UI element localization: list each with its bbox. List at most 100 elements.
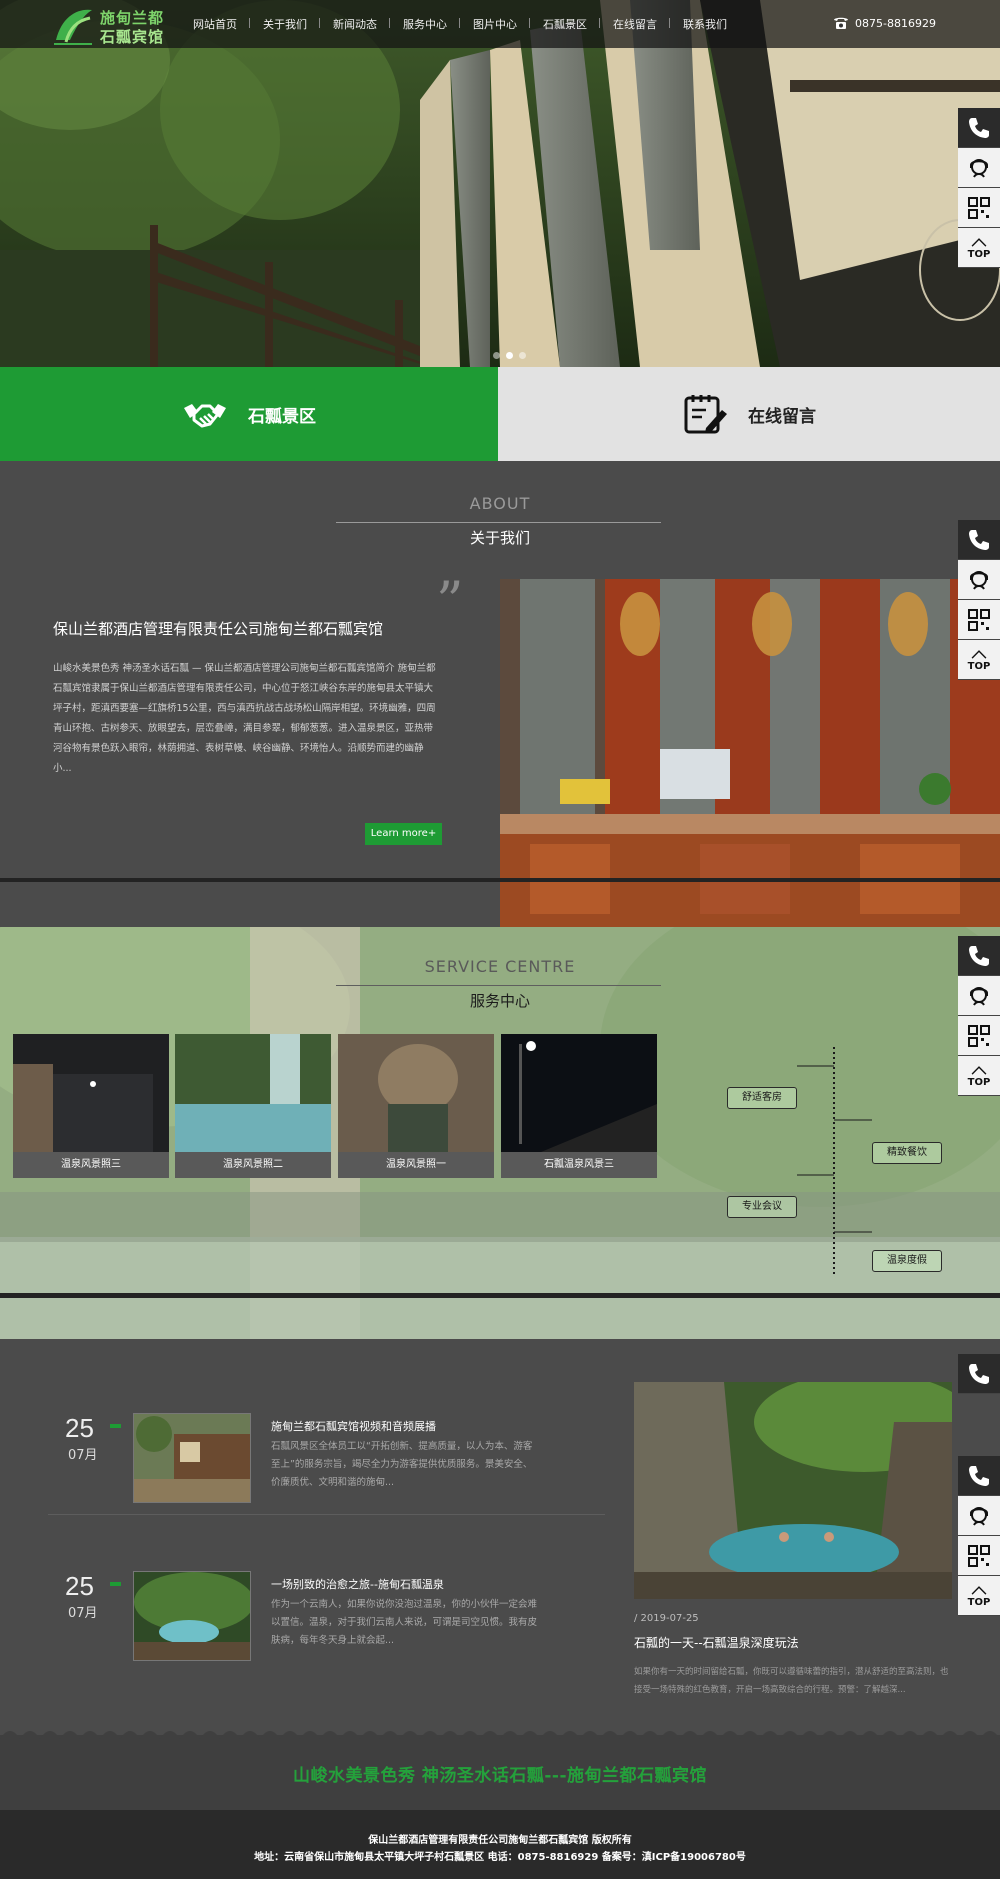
site-logo[interactable]: 施甸兰都 石瓢宾馆 [52,4,164,46]
float-service-button[interactable] [958,976,1000,1016]
quote-mark-icon: ” [436,570,464,633]
service-tag-dining[interactable]: 精致餐饮 [872,1142,942,1164]
float-top-button[interactable]: TOP [958,228,1000,268]
top-label: TOP [967,249,991,260]
online-message-button[interactable]: 在线留言 [498,367,1000,461]
news-thumbnail[interactable] [133,1571,251,1661]
footer-scallop-edge [0,1731,1000,1739]
header-phone[interactable]: 0875-8816929 [833,16,936,30]
phone-icon [969,117,989,138]
news-divider [48,1514,605,1515]
about-description: 山峻水美景色秀 神汤圣水话石瓢 — 保山兰都酒店管理公司施甸兰都石瓢宾馆简介 施… [53,663,436,774]
edit-form-icon [684,395,727,434]
section-divider-band [0,1293,1000,1298]
scenic-area-label: 石瓢景区 [248,406,316,427]
section-divider-band [0,878,1000,882]
about-title: 保山兰都酒店管理有限责任公司施甸兰都石瓢宾馆 [53,620,384,638]
float-phone-button[interactable] [958,1456,1000,1496]
online-message-label: 在线留言 [748,406,816,427]
news-excerpt: 石瓢风景区全体员工以“开拓创新、提高质量，以人为本、游客至上”的服务宗旨，竭尽全… [271,1441,533,1488]
service-heading-cn: 服务中心 [469,992,530,1010]
qr-code-icon [968,1024,990,1047]
service-card-label: 石瓢温泉风景三 [501,1152,657,1178]
featured-news-date: / 2019-07-25 [634,1613,699,1624]
nav-news[interactable]: 新闻动态 [319,16,390,32]
about-section: ABOUT 关于我们 ” 保山兰都酒店管理有限责任公司施甸兰都石瓢宾馆 山峻水美… [0,461,1000,927]
float-service-button[interactable] [958,1496,1000,1536]
news-date-day: 25 [65,1413,94,1443]
hero-dot[interactable] [493,352,500,359]
service-card-image [338,1034,494,1152]
nav-service[interactable]: 服务中心 [389,16,460,32]
qr-code-icon [968,196,990,219]
news-accent-dash [110,1582,121,1586]
hero-dot-active[interactable] [506,352,513,359]
nav-about[interactable]: 关于我们 [249,16,320,32]
nav-gallery[interactable]: 图片中心 [459,16,530,32]
footer-slogan: 山峻水美景色秀 神汤圣水话石瓢---施甸兰都石瓢宾馆 [292,1766,708,1786]
logo-leaf-icon [54,9,92,45]
news-item[interactable]: 25 07月 施甸兰都石瓢宾馆视频和音频展播 石瓢风景区全体员工以“开拓创新、提… [48,1413,598,1525]
learn-more-button[interactable]: Learn more+ [365,823,442,845]
float-service-button[interactable] [958,148,1000,188]
float-top-button[interactable]: TOP [958,1056,1000,1096]
customer-service-icon [970,1506,988,1526]
news-title[interactable]: 一场别致的治愈之旅--施甸石瓢温泉 [271,1576,444,1592]
scenic-area-button[interactable]: 石瓢景区 [0,367,498,461]
customer-service-icon [970,986,988,1006]
news-thumbnail[interactable] [133,1413,251,1503]
service-section: SERVICE CENTRE 服务中心 温泉风景照三 温泉风景照二 温泉风景照一… [0,927,1000,1339]
about-reception-photo [500,579,1000,927]
nav-message[interactable]: 在线留言 [599,16,670,32]
news-excerpt: 作为一个云南人，如果你说你没泡过温泉，你的小伙伴一定会难以置信。温泉，对于我们云… [271,1599,538,1646]
float-qrcode-button[interactable] [958,1016,1000,1056]
float-phone-button[interactable] [958,936,1000,976]
news-section: 25 07月 施甸兰都石瓢宾馆视频和音频展播 石瓢风景区全体员工以“开拓创新、提… [0,1339,1000,1735]
reception-image [500,579,1000,927]
service-tag-spa[interactable]: 温泉度假 [872,1250,942,1272]
float-phone-button[interactable] [958,520,1000,560]
telephone-icon [834,17,848,29]
float-phone-button[interactable] [958,108,1000,148]
news-item[interactable]: 25 07月 一场别致的治愈之旅--施甸石瓢温泉 作为一个云南人，如果你说你没泡… [48,1571,598,1683]
news-date-month: 07月 [68,1606,98,1621]
footer-copyright: 保山兰都酒店管理有限责任公司施甸兰都石瓢宾馆 版权所有 [368,1835,632,1846]
service-card[interactable]: 温泉风景照一 [338,1034,494,1178]
hero-image [0,0,1000,367]
news-title[interactable]: 施甸兰都石瓢宾馆视频和音频展播 [271,1418,436,1434]
service-card-image [175,1034,331,1152]
service-card[interactable]: 温泉风景照二 [175,1034,331,1178]
top-label: TOP [967,1597,991,1608]
float-service-button[interactable] [958,560,1000,600]
float-phone-button[interactable] [958,1354,1000,1394]
featured-news-title[interactable]: 石瓢的一天--石瓢温泉深度玩法 [634,1634,799,1651]
phone-icon [969,1465,989,1486]
featured-news-excerpt: 如果你有一天的时间留给石瓢，你既可以遵循味蕾的指引，潜从舒适的至高法则，也接受一… [634,1667,949,1695]
handshake-icon [184,404,226,428]
news-date-month: 07月 [68,1448,98,1463]
nav-contact[interactable]: 联系我们 [669,16,740,32]
service-card-label: 温泉风景照一 [338,1152,494,1178]
phone-icon [969,529,989,550]
hero-dot[interactable] [519,352,526,359]
service-card[interactable]: 温泉风景照三 [13,1034,169,1178]
float-top-button[interactable]: TOP [958,1576,1000,1616]
service-card-image [501,1034,657,1152]
float-qrcode-button[interactable] [958,188,1000,228]
qr-code-icon [968,608,990,631]
float-qrcode-button[interactable] [958,600,1000,640]
service-tag-rooms[interactable]: 舒适客房 [727,1087,797,1109]
service-card-image [13,1034,169,1152]
featured-news-image[interactable] [634,1382,952,1599]
footer-slogan-bar: 山峻水美景色秀 神汤圣水话石瓢---施甸兰都石瓢宾馆 [0,1731,1000,1810]
float-toolbar: TOP [958,1456,1000,1616]
top-label: TOP [967,1077,991,1088]
logo-text-line1: 施甸兰都 [100,9,165,27]
news-accent-dash [110,1424,121,1428]
float-qrcode-button[interactable] [958,1536,1000,1576]
service-tag-meeting[interactable]: 专业会议 [727,1196,797,1218]
float-top-button[interactable]: TOP [958,640,1000,680]
nav-scenic[interactable]: 石瓢景区 [529,16,600,32]
service-card[interactable]: 石瓢温泉风景三 [501,1034,657,1178]
nav-home[interactable]: 网站首页 [180,16,250,32]
